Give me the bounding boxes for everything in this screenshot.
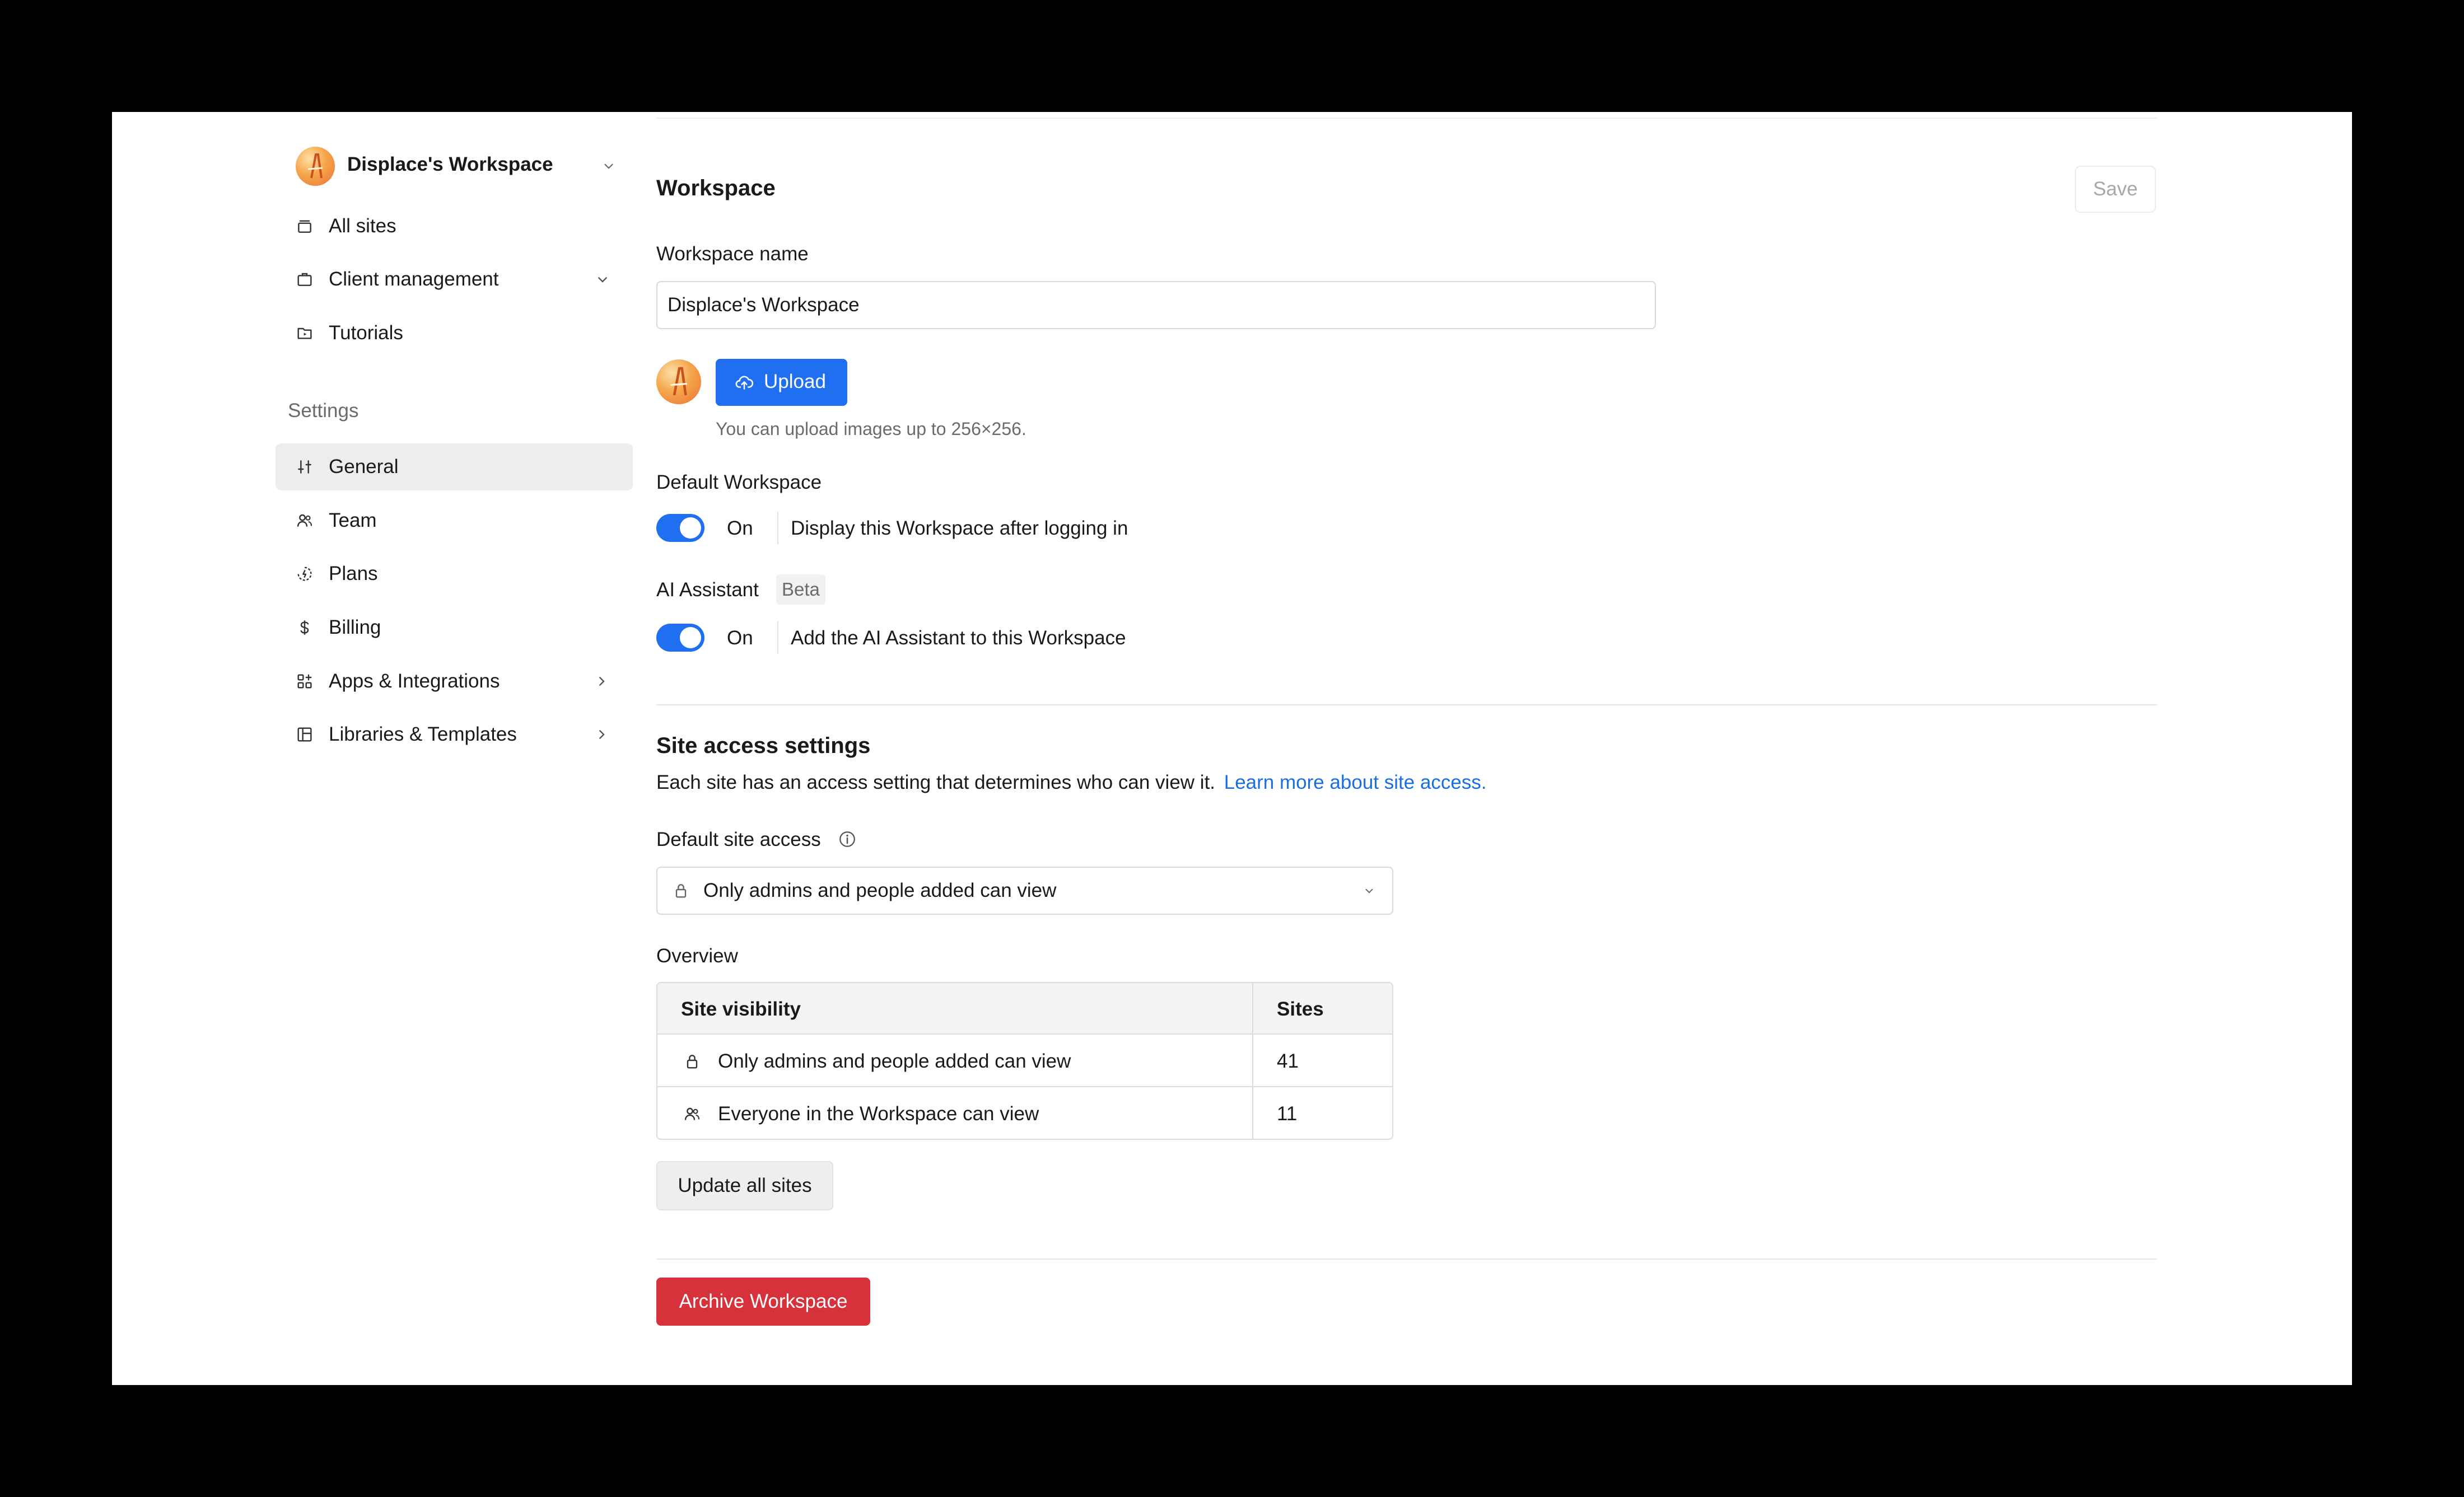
folder-play-icon: [296, 324, 314, 342]
section-divider: [656, 1259, 2157, 1260]
lock-icon: [683, 1052, 701, 1070]
upload-button[interactable]: Upload: [716, 359, 847, 406]
sidebar-item-label: Tutorials: [329, 322, 403, 344]
page-title: Workspace: [656, 176, 776, 200]
table-row: Only admins and people added can view 41: [657, 1036, 1392, 1087]
info-icon: [838, 830, 857, 849]
dollar-icon: [296, 619, 314, 637]
stack-icon: [296, 217, 314, 235]
site-access-title: Site access settings: [656, 733, 871, 758]
ai-assistant-toggle[interactable]: [656, 624, 704, 652]
default-workspace-label: Default Workspace: [656, 471, 822, 493]
sidebar-item-label: General: [329, 456, 399, 478]
sidebar-item-label: Billing: [329, 616, 381, 638]
upload-hint: You can upload images up to 256×256.: [716, 419, 1026, 439]
briefcase-icon: [296, 270, 314, 288]
sidebar-item-client-management[interactable]: Client management: [276, 256, 633, 303]
sidebar-item-label: Client management: [329, 268, 499, 290]
overview-table: Site visibility Sites Only admins and pe…: [656, 982, 1393, 1140]
default-site-access-value: Only admins and people added can view: [703, 880, 1057, 901]
default-workspace-description: Display this Workspace after logging in: [791, 517, 1128, 539]
beta-badge: Beta: [776, 574, 825, 605]
divider: [777, 621, 778, 654]
divider: [777, 512, 778, 544]
library-icon: [296, 726, 314, 743]
default-site-access-label: Default site access: [656, 829, 821, 850]
sidebar-item-all-sites[interactable]: All sites: [276, 203, 633, 250]
sidebar-item-label: Team: [329, 509, 377, 531]
upload-label: Upload: [764, 371, 826, 392]
users-icon: [683, 1105, 701, 1123]
sidebar-item-tutorials[interactable]: Tutorials: [276, 310, 633, 357]
section-divider: [656, 704, 2157, 705]
sidebar-item-team[interactable]: Team: [276, 497, 633, 544]
sidebar-item-label: Plans: [329, 563, 378, 584]
plans-icon: [296, 565, 314, 583]
table-header: Site visibility Sites: [657, 983, 1392, 1035]
workspace-name-label: Workspace name: [656, 243, 809, 265]
workspace-name-input[interactable]: [656, 281, 1656, 329]
chevron-down-icon: [1362, 883, 1376, 898]
update-all-sites-button[interactable]: Update all sites: [656, 1161, 833, 1210]
site-access-description-text: Each site has an access setting that det…: [656, 771, 1216, 793]
overview-label: Overview: [656, 945, 738, 967]
row-visibility: Everyone in the Workspace can view: [718, 1103, 1039, 1125]
ai-assistant-state: On: [727, 627, 753, 649]
default-workspace-state: On: [727, 517, 753, 539]
sidebar-item-label: Apps & Integrations: [329, 670, 500, 692]
sidebar-item-label: All sites: [329, 215, 396, 237]
chevron-right-icon: [592, 726, 610, 743]
sidebar-item-plans[interactable]: Plans: [276, 550, 633, 597]
row-visibility: Only admins and people added can view: [718, 1050, 1071, 1072]
workspace-switcher[interactable]: Displace's Workspace: [296, 140, 632, 187]
workspace-name: Displace's Workspace: [347, 153, 553, 175]
row-sites: 41: [1277, 1050, 1299, 1072]
cloud-upload-icon: [735, 373, 754, 391]
row-sites: 11: [1277, 1103, 1298, 1125]
sliders-icon: [296, 458, 314, 476]
chevron-right-icon: [592, 672, 610, 690]
site-access-description: Each site has an access setting that det…: [656, 771, 1487, 794]
default-workspace-toggle[interactable]: [656, 514, 704, 542]
archive-workspace-button[interactable]: Archive Workspace: [656, 1278, 870, 1326]
apps-icon: [296, 672, 314, 690]
workspace-logo-preview: [656, 359, 701, 404]
sidebar-item-apps-integrations[interactable]: Apps & Integrations: [276, 658, 633, 705]
lock-icon: [672, 882, 690, 900]
ai-assistant-description: Add the AI Assistant to this Workspace: [791, 627, 1126, 649]
users-icon: [296, 512, 314, 530]
workspace-avatar: [296, 147, 335, 186]
app-window: Displace's Workspace All sites Client ma…: [112, 112, 2352, 1385]
sidebar-item-general[interactable]: General: [276, 443, 633, 490]
sidebar-item-label: Libraries & Templates: [329, 723, 517, 745]
learn-more-link[interactable]: Learn more about site access.: [1224, 771, 1487, 793]
top-divider: [656, 118, 2157, 119]
column-header-visibility: Site visibility: [681, 998, 801, 1020]
table-row: Everyone in the Workspace can view 11: [657, 1088, 1392, 1139]
sidebar-item-billing[interactable]: Billing: [276, 604, 633, 651]
chevron-down-icon: [601, 159, 616, 174]
chevron-down-icon: [594, 270, 612, 288]
ai-assistant-label: AI Assistant: [656, 579, 759, 601]
sidebar-item-libraries-templates[interactable]: Libraries & Templates: [276, 711, 633, 758]
column-header-sites: Sites: [1277, 998, 1324, 1020]
save-button[interactable]: Save: [2075, 166, 2156, 213]
default-site-access-select[interactable]: Only admins and people added can view: [656, 867, 1393, 915]
settings-heading: Settings: [288, 400, 359, 422]
column-divider: [1252, 983, 1253, 1139]
